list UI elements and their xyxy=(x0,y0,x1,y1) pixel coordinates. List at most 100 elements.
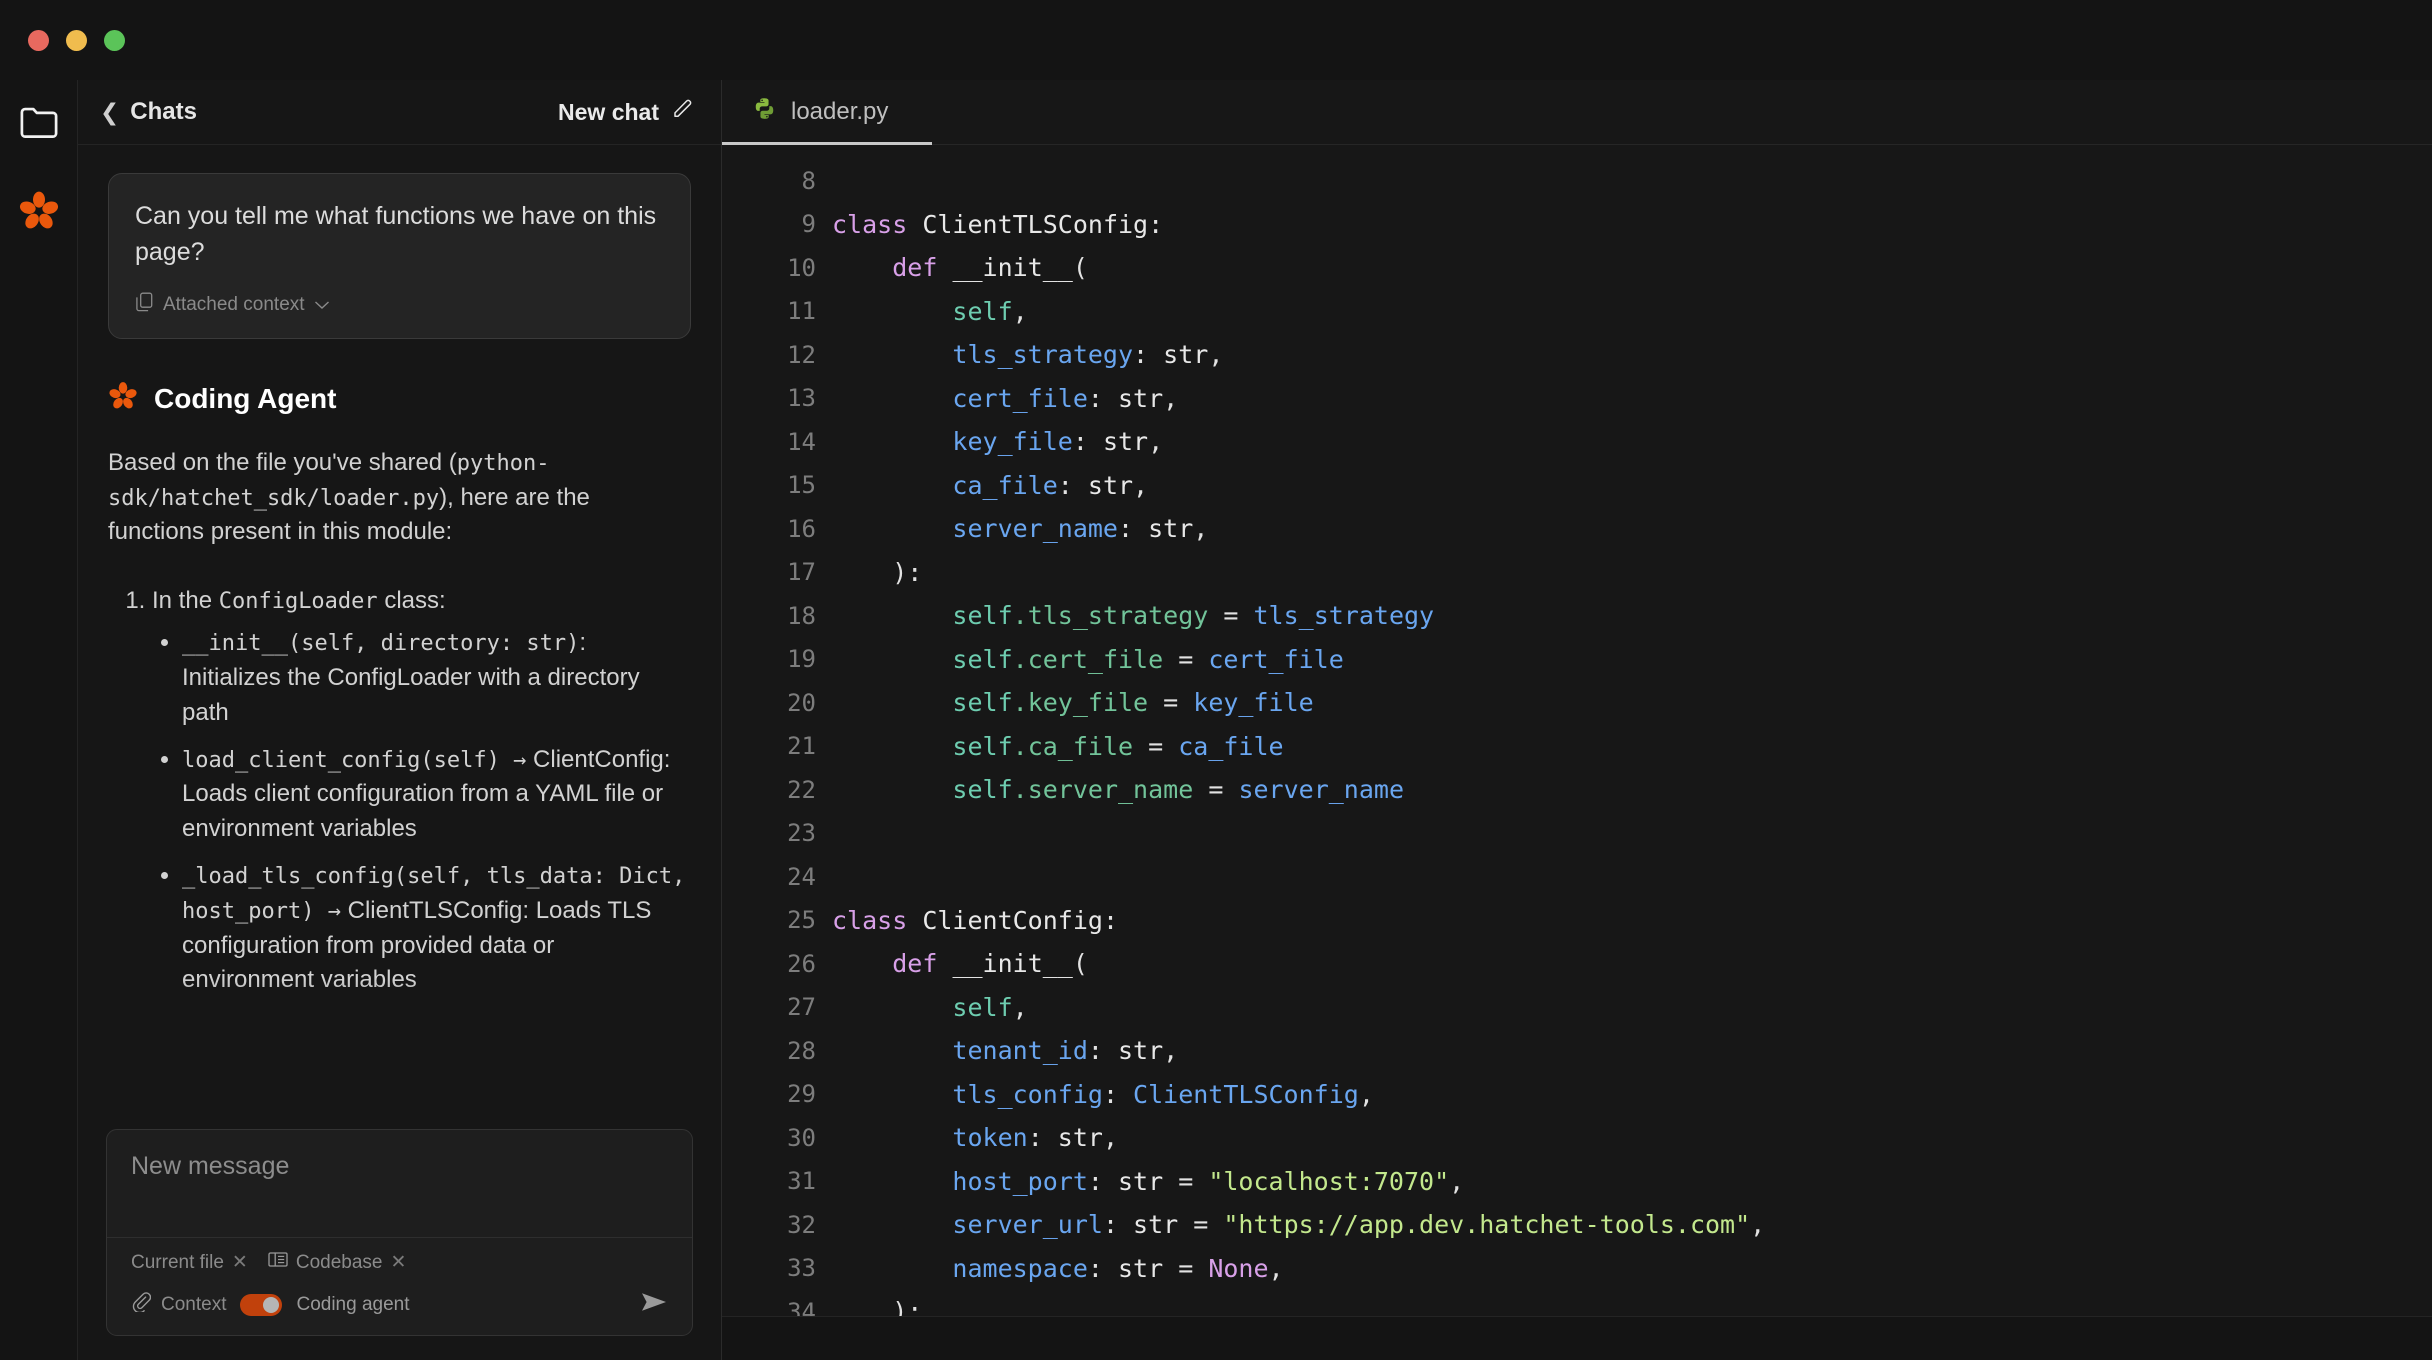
agent-function-sublist: __init__(self, directory: str): Initiali… xyxy=(182,626,691,998)
user-message-bubble: Can you tell me what functions we have o… xyxy=(108,173,691,339)
code-line: 30 token: str, xyxy=(722,1116,2432,1160)
code-text: tls_strategy: str, xyxy=(952,340,1224,370)
editor-statusbar xyxy=(722,1316,2432,1360)
hatchet-logo-icon xyxy=(108,381,138,416)
attached-context-toggle[interactable]: Attached context xyxy=(135,292,664,318)
send-message-button[interactable] xyxy=(640,1290,668,1319)
line-number: 24 xyxy=(787,862,816,891)
code-text: self.tls_strategy = tls_strategy xyxy=(952,601,1435,631)
pencil-icon xyxy=(671,97,695,127)
code-line: 31 host_port: str = "localhost:7070", xyxy=(722,1160,2432,1204)
scroll-fade-overlay xyxy=(78,979,721,1129)
add-context-button[interactable]: Context xyxy=(131,1291,226,1318)
agent-name-label: Coding Agent xyxy=(154,382,337,414)
python-icon xyxy=(752,96,777,128)
code-line: 18 self.tls_strategy = tls_strategy xyxy=(722,594,2432,638)
agent-response-body: Based on the file you've shared (python-… xyxy=(108,446,691,998)
function-signature: load_client_config(self) → xyxy=(182,747,527,773)
code-line: 23 xyxy=(722,812,2432,856)
user-message-text: Can you tell me what functions we have o… xyxy=(135,202,657,266)
function-signature: __init__(self, directory: str) xyxy=(182,631,580,657)
close-icon[interactable]: ✕ xyxy=(390,1251,406,1274)
code-line: 25 class ClientConfig: xyxy=(722,899,2432,943)
context-label: Context xyxy=(161,1293,227,1315)
code-text: class ClientConfig: xyxy=(832,905,1119,935)
code-line: 16 server_name: str, xyxy=(722,507,2432,551)
line-number: 16 xyxy=(787,514,816,543)
line-number: 11 xyxy=(787,297,816,326)
chip-codebase[interactable]: Codebase ✕ xyxy=(268,1251,406,1274)
chat-header: ❮ Chats New chat xyxy=(78,80,721,145)
code-line: 19 self.cert_file = cert_file xyxy=(722,638,2432,682)
list-heading-prefix: In the xyxy=(152,586,219,614)
attached-context-label: Attached context xyxy=(163,294,305,315)
code-text: namespace: str = None, xyxy=(952,1253,1284,1283)
code-line: 17 ): xyxy=(722,551,2432,595)
agent-function-list: In the ConfigLoader class: __init__(self… xyxy=(152,584,691,999)
agent-header: Coding Agent xyxy=(108,381,691,416)
code-line: 10 def __init__( xyxy=(722,246,2432,290)
code-line: 34 ): xyxy=(722,1290,2432,1316)
agent-intro-paragraph: Based on the file you've shared (python-… xyxy=(108,446,691,550)
chip-label: Codebase xyxy=(295,1251,383,1273)
line-number: 30 xyxy=(787,1123,816,1152)
line-number: 28 xyxy=(787,1036,816,1065)
line-number: 20 xyxy=(787,688,816,717)
code-text: key_file: str, xyxy=(952,427,1164,457)
folder-icon[interactable] xyxy=(16,100,62,146)
coding-agent-toggle[interactable] xyxy=(240,1293,283,1316)
line-number: 34 xyxy=(787,1297,816,1316)
code-text: cert_file: str, xyxy=(952,383,1179,413)
chip-current-file[interactable]: Current file ✕ xyxy=(131,1251,248,1274)
code-text: def __init__( xyxy=(892,949,1088,979)
code-line: 21 self.ca_file = ca_file xyxy=(722,725,2432,769)
hatchet-logo-icon[interactable] xyxy=(16,188,62,234)
list-heading-code: ConfigLoader xyxy=(218,588,378,614)
code-line: 33 namespace: str = None, xyxy=(722,1247,2432,1291)
chat-messages-scroll[interactable]: Can you tell me what functions we have o… xyxy=(78,145,721,1129)
code-text: self, xyxy=(952,296,1028,326)
code-line: 28 tenant_id: str, xyxy=(722,1029,2432,1073)
code-content-area[interactable]: 8 9 class ClientTLSConfig: 10 def __init__(… xyxy=(722,145,2432,1316)
message-composer: New message Current file ✕ Codebase ✕ Co… xyxy=(106,1129,693,1336)
book-icon xyxy=(268,1251,288,1274)
line-number: 18 xyxy=(787,601,816,630)
line-number: 23 xyxy=(787,819,816,848)
minimize-window-button[interactable] xyxy=(66,29,87,51)
chip-label: Current file xyxy=(131,1251,224,1273)
list-heading-suffix: class: xyxy=(377,586,446,614)
line-number: 17 xyxy=(787,558,816,587)
line-number: 31 xyxy=(787,1167,816,1196)
paperclip-icon xyxy=(131,1291,152,1318)
code-text: ): xyxy=(892,1297,923,1316)
line-number: 27 xyxy=(787,993,816,1022)
close-window-button[interactable] xyxy=(28,29,49,51)
code-editor: loader.py 8 9 class ClientTLSConfig: 10 def… xyxy=(722,80,2432,1360)
close-icon[interactable]: ✕ xyxy=(232,1251,248,1274)
list-item: __init__(self, directory: str): Initiali… xyxy=(182,626,691,730)
maximize-window-button[interactable] xyxy=(104,29,125,51)
code-line: 8 xyxy=(722,159,2432,203)
code-text: self, xyxy=(952,992,1028,1022)
line-number: 10 xyxy=(787,253,816,282)
line-number: 29 xyxy=(787,1080,816,1109)
app-window: ❮ Chats New chat Can you tell me what fu… xyxy=(0,0,2432,1360)
line-number: 14 xyxy=(787,427,816,456)
copy-icon xyxy=(135,292,154,318)
new-message-input[interactable]: New message xyxy=(107,1130,692,1238)
agent-intro-prefix: Based on the file you've shared ( xyxy=(108,449,457,476)
new-chat-button[interactable]: New chat xyxy=(558,97,695,127)
back-to-chats-button[interactable]: ❮ Chats xyxy=(100,98,197,126)
code-line: 13 cert_file: str, xyxy=(722,377,2432,421)
line-number: 15 xyxy=(787,471,816,500)
editor-tabbar: loader.py xyxy=(722,80,2432,145)
tab-label: loader.py xyxy=(791,98,889,125)
window-controls xyxy=(28,29,125,51)
list-item: _load_tls_config(self, tls_data: Dict, h… xyxy=(182,859,691,998)
code-text: def __init__( xyxy=(892,253,1088,283)
line-number: 9 xyxy=(801,210,816,239)
line-number: 32 xyxy=(787,1210,816,1239)
code-line: 26 def __init__( xyxy=(722,942,2432,986)
tab-loader-py[interactable]: loader.py xyxy=(722,80,933,145)
line-number: 25 xyxy=(787,906,816,935)
